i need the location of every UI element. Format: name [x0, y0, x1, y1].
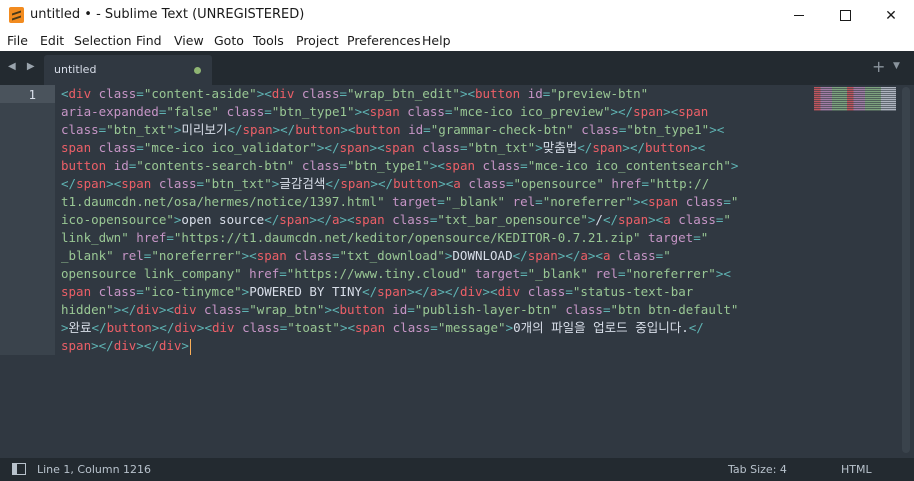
tab-list-chevron-down-icon[interactable]: ▼ — [893, 61, 900, 71]
menu-preferences[interactable]: Preferences — [347, 33, 421, 48]
menu-help[interactable]: Help — [422, 33, 451, 48]
minimize-icon — [794, 15, 804, 16]
code-line-segment: <div class="content-aside"><div class="w… — [61, 86, 649, 101]
status-bar: Line 1, Column 1216 Tab Size: 4 HTML — [0, 458, 914, 481]
code-line-segment: span class="ico-tinymce">POWERED BY TINY… — [61, 284, 701, 299]
code-line-segment: link_dwn" href="https://t1.daumcdn.net/k… — [61, 230, 709, 245]
menu-tools[interactable]: Tools — [253, 33, 284, 48]
maximize-button[interactable] — [822, 0, 868, 31]
tab-untitled[interactable]: untitled — [44, 55, 212, 85]
code-line-segment: opensource link_company" href="https://w… — [61, 266, 731, 281]
menu-edit[interactable]: Edit — [40, 33, 64, 48]
title-bar: untitled • - Sublime Text (UNREGISTERED)… — [0, 0, 914, 31]
toggle-side-panel-icon[interactable] — [12, 463, 26, 475]
code-line-segment: aria-expanded="false" class="btn_type1">… — [61, 104, 709, 119]
cursor-position: Line 1, Column 1216 — [37, 463, 152, 476]
code-line-segment: button id="contents-search-btn" class="b… — [61, 158, 739, 173]
new-tab-icon[interactable]: + — [872, 57, 885, 76]
text-cursor — [189, 338, 191, 355]
code-line-segment: ico-opensource">open source</span></a><s… — [61, 212, 731, 227]
menu-bar: File Edit Selection Find View Goto Tools… — [0, 31, 914, 51]
code-line-segment: class="btn_txt">미리보기</span></button><but… — [61, 122, 725, 137]
code-line-segment: </span><span class="btn_txt">글감검색</span>… — [61, 176, 710, 191]
close-button[interactable]: ✕ — [868, 0, 914, 31]
line-number: 1 — [28, 87, 36, 102]
menu-file[interactable]: File — [7, 33, 28, 48]
code-line-segment: _blank" rel="noreferrer"><span class="tx… — [61, 248, 671, 263]
menu-project[interactable]: Project — [296, 33, 339, 48]
line-gutter: 1 — [0, 85, 55, 355]
code-line-segment: t1.daumcdn.net/osa/hermes/notice/1397.ht… — [61, 194, 739, 209]
sublime-text-logo-icon — [9, 7, 24, 23]
code-line-segment: >완료</button></div><div class="toast"><sp… — [61, 320, 704, 335]
close-icon: ✕ — [885, 7, 897, 24]
code-line-segment: span class="mce-ico ico_validator"></spa… — [61, 140, 706, 155]
tab-bar: ◀ ▶ untitled + ▼ — [0, 51, 914, 85]
syntax-indicator[interactable]: HTML — [841, 463, 872, 476]
menu-find[interactable]: Find — [136, 33, 162, 48]
minimap[interactable] — [814, 87, 896, 111]
window-title: untitled • - Sublime Text (UNREGISTERED) — [30, 7, 305, 22]
menu-view[interactable]: View — [174, 33, 204, 48]
maximize-icon — [839, 10, 851, 21]
vertical-scrollbar[interactable] — [902, 87, 910, 453]
tab-nav-arrows-icon[interactable]: ◀ ▶ — [8, 61, 39, 72]
editor-area[interactable]: 1 <div class="content-aside"><div class=… — [0, 85, 914, 458]
minimize-button[interactable] — [776, 0, 822, 31]
menu-selection[interactable]: Selection — [74, 33, 132, 48]
menu-goto[interactable]: Goto — [214, 33, 244, 48]
tab-label: untitled — [54, 63, 97, 76]
code-line-segment: span></div></div> — [61, 338, 191, 355]
modified-dot-icon[interactable] — [194, 67, 201, 74]
code-line-segment: hidden"></div><div class="wrap_btn"><but… — [61, 302, 739, 317]
active-line-highlight: 1 — [0, 85, 55, 103]
tab-size-indicator[interactable]: Tab Size: 4 — [728, 463, 787, 476]
